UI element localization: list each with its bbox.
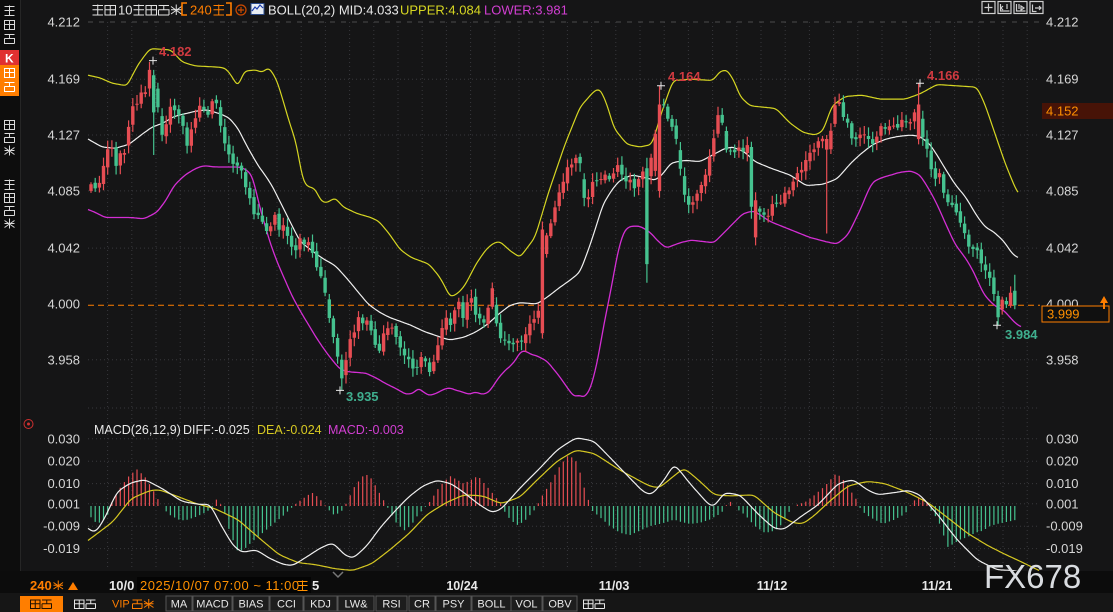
svg-text:BIAS: BIAS — [238, 599, 263, 611]
svg-text:4.152: 4.152 — [1046, 104, 1079, 119]
svg-text:BOLL: BOLL — [477, 599, 505, 611]
svg-text:0.010: 0.010 — [47, 476, 80, 491]
svg-text:-0.009: -0.009 — [43, 519, 80, 534]
svg-text:2025/10/07 07:00 ~ 11:00: 2025/10/07 07:00 ~ 11:00 — [140, 578, 300, 593]
svg-text:-0.019: -0.019 — [43, 541, 80, 556]
svg-text:0.020: 0.020 — [1046, 454, 1079, 469]
svg-text:4.042: 4.042 — [47, 241, 80, 256]
svg-text:4.182: 4.182 — [159, 44, 192, 59]
svg-text:RSI: RSI — [382, 599, 400, 611]
svg-text:LOWER:3.981: LOWER:3.981 — [484, 3, 568, 18]
svg-text:4.164: 4.164 — [668, 69, 701, 84]
svg-text:BOLL(20,2) MID:4.033: BOLL(20,2) MID:4.033 — [268, 3, 399, 18]
svg-text:MA: MA — [171, 599, 188, 611]
svg-text:OBV: OBV — [548, 599, 572, 611]
svg-text:240: 240 — [30, 578, 52, 593]
svg-text:4.085: 4.085 — [1046, 183, 1079, 198]
svg-text:MACD:-0.003: MACD:-0.003 — [328, 423, 404, 437]
svg-text:FX678: FX678 — [984, 558, 1081, 595]
svg-text:4.127: 4.127 — [1046, 128, 1079, 143]
svg-text:CR: CR — [414, 599, 430, 611]
svg-text:CCI: CCI — [277, 599, 296, 611]
svg-text:-0.009: -0.009 — [1046, 519, 1083, 534]
svg-text:K: K — [5, 52, 14, 66]
svg-text:3.958: 3.958 — [1046, 352, 1079, 367]
svg-text:0.020: 0.020 — [47, 454, 80, 469]
svg-text:10/24: 10/24 — [446, 579, 477, 593]
svg-text:4.000: 4.000 — [47, 297, 80, 312]
svg-text:4.166: 4.166 — [927, 68, 960, 83]
svg-text:4.212: 4.212 — [1046, 15, 1079, 30]
svg-text:4.169: 4.169 — [1046, 72, 1079, 87]
svg-text:LW&: LW& — [344, 599, 368, 611]
svg-text:3.935: 3.935 — [346, 389, 379, 404]
svg-text:3.999: 3.999 — [1047, 307, 1080, 322]
svg-text:0.001: 0.001 — [47, 496, 80, 511]
svg-text:11/21: 11/21 — [922, 579, 953, 593]
svg-text:4.085: 4.085 — [47, 183, 80, 198]
svg-text:11/03: 11/03 — [599, 579, 630, 593]
svg-text:DEA:-0.024: DEA:-0.024 — [257, 423, 322, 437]
svg-text:4.127: 4.127 — [47, 128, 80, 143]
svg-text:-0.019: -0.019 — [1046, 541, 1083, 556]
svg-text:4.042: 4.042 — [1046, 241, 1079, 256]
svg-text:4.169: 4.169 — [47, 72, 80, 87]
svg-text:11/12: 11/12 — [757, 579, 788, 593]
svg-text:3.958: 3.958 — [47, 352, 80, 367]
svg-text:0.030: 0.030 — [47, 431, 80, 446]
svg-text:0.010: 0.010 — [1046, 476, 1079, 491]
svg-text:0.030: 0.030 — [1046, 431, 1079, 446]
svg-text:PSY: PSY — [442, 599, 465, 611]
svg-text:VOL: VOL — [515, 599, 537, 611]
svg-text:5: 5 — [312, 578, 319, 593]
svg-text:10/0: 10/0 — [109, 578, 134, 593]
svg-text:MACD(26,12,9): MACD(26,12,9) — [94, 423, 181, 437]
svg-text:KDJ: KDJ — [310, 599, 331, 611]
svg-text:0.001: 0.001 — [1046, 496, 1079, 511]
svg-text:DIFF:-0.025: DIFF:-0.025 — [183, 423, 250, 437]
svg-text:UPPER:4.084: UPPER:4.084 — [400, 3, 481, 18]
svg-text:4.212: 4.212 — [47, 15, 80, 30]
svg-text:VIP: VIP — [112, 599, 130, 611]
svg-text:3.984: 3.984 — [1005, 327, 1038, 342]
svg-text:240: 240 — [190, 3, 212, 18]
svg-text:10: 10 — [118, 3, 132, 18]
svg-text:MACD: MACD — [196, 599, 228, 611]
